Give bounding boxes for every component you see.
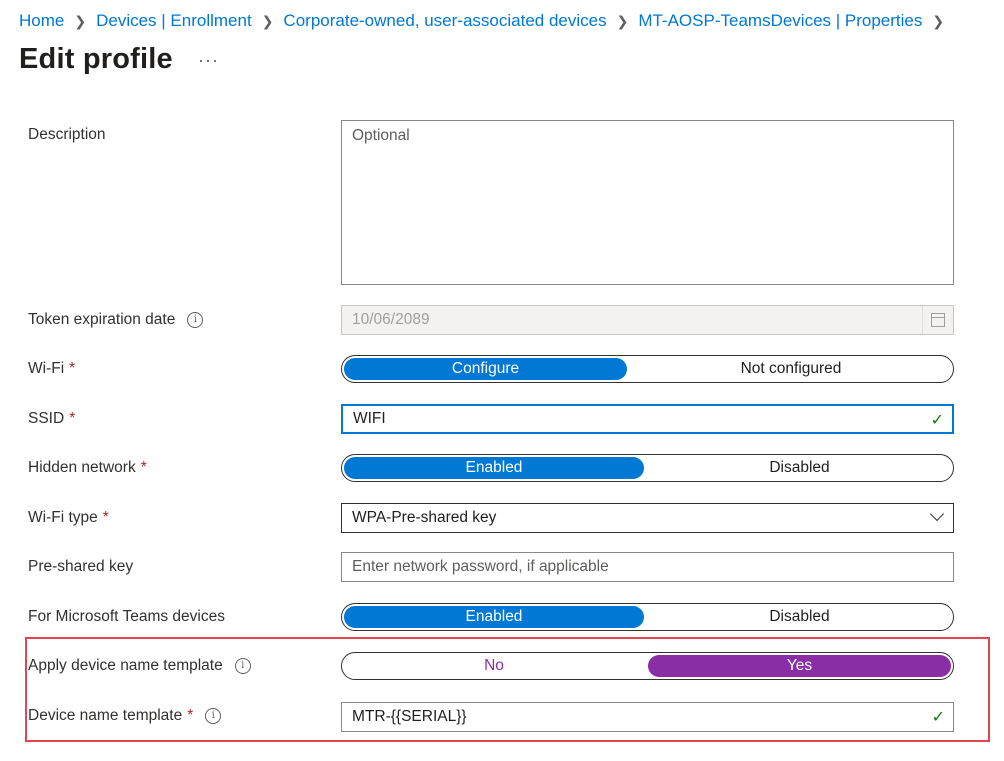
breadcrumb-devices-enrollment[interactable]: Devices | Enrollment xyxy=(96,11,252,31)
calendar-icon xyxy=(931,313,945,327)
ssid-input[interactable]: WIFI ✓ xyxy=(341,404,954,434)
device-name-template-input[interactable]: MTR-{{SERIAL}} ✓ xyxy=(341,702,954,732)
info-icon[interactable]: i xyxy=(205,708,222,724)
ssid-label: SSID * xyxy=(28,410,75,428)
info-icon[interactable]: i xyxy=(187,312,204,328)
wifi-label-text: Wi-Fi xyxy=(28,360,65,377)
pre-shared-key-input[interactable]: Enter network password, if applicable xyxy=(341,552,954,582)
required-marker: * xyxy=(69,410,76,427)
pre-shared-key-label: Pre-shared key xyxy=(28,558,133,576)
more-options-button[interactable]: ··· xyxy=(198,50,219,71)
token-expiration-label: Token expiration date i xyxy=(28,311,204,329)
hidden-network-toggle[interactable]: Enabled Disabled xyxy=(341,454,954,482)
teams-devices-label: For Microsoft Teams devices xyxy=(28,608,225,626)
description-label-text: Description xyxy=(28,126,106,143)
required-marker: * xyxy=(187,707,194,724)
apply-template-option-no[interactable]: No xyxy=(342,653,646,679)
device-name-template-label-text: Device name template xyxy=(28,707,183,724)
wifi-option-not-configured[interactable]: Not configured xyxy=(629,356,953,382)
token-expiration-field: 10/06/2089 xyxy=(341,305,954,335)
chevron-right-icon: ❯ xyxy=(616,12,629,29)
field-divider xyxy=(922,306,923,334)
breadcrumb-corporate-devices[interactable]: Corporate-owned, user-associated devices xyxy=(283,11,606,31)
chevron-right-icon: ❯ xyxy=(74,12,87,29)
apply-template-option-yes[interactable]: Yes xyxy=(648,655,951,677)
apply-template-label: Apply device name template i xyxy=(28,657,251,675)
ssid-value: WIFI xyxy=(353,410,386,427)
page-title: Edit profile xyxy=(19,43,173,75)
teams-devices-label-text: For Microsoft Teams devices xyxy=(28,608,225,625)
wifi-toggle[interactable]: Configure Not configured xyxy=(341,355,954,383)
info-icon[interactable]: i xyxy=(234,658,251,674)
breadcrumb: Home ❯ Devices | Enrollment ❯ Corporate-… xyxy=(19,10,954,32)
chevron-right-icon: ❯ xyxy=(932,12,945,29)
device-name-template-label: Device name template * i xyxy=(28,707,222,725)
breadcrumb-profile-properties[interactable]: MT-AOSP-TeamsDevices | Properties xyxy=(638,11,922,31)
wifi-type-value: WPA-Pre-shared key xyxy=(352,509,497,526)
description-textarea[interactable]: Optional xyxy=(341,120,954,285)
breadcrumb-home[interactable]: Home xyxy=(19,11,64,31)
teams-devices-toggle[interactable]: Enabled Disabled xyxy=(341,603,954,631)
wifi-type-dropdown[interactable]: WPA-Pre-shared key xyxy=(341,503,954,533)
chevron-right-icon: ❯ xyxy=(261,12,274,29)
hidden-network-label-text: Hidden network xyxy=(28,459,136,476)
required-marker: * xyxy=(140,459,147,476)
chevron-down-icon xyxy=(929,506,945,522)
token-expiration-label-text: Token expiration date xyxy=(28,311,176,328)
check-icon: ✓ xyxy=(930,412,944,429)
ssid-label-text: SSID xyxy=(28,410,65,427)
wifi-label: Wi-Fi * xyxy=(28,360,75,378)
required-marker: * xyxy=(102,509,109,526)
teams-devices-option-disabled[interactable]: Disabled xyxy=(646,604,953,630)
apply-template-toggle[interactable]: No Yes xyxy=(341,652,954,680)
token-expiration-value: 10/06/2089 xyxy=(352,311,430,328)
wifi-type-label-text: Wi-Fi type xyxy=(28,509,98,526)
teams-devices-option-enabled[interactable]: Enabled xyxy=(344,606,644,628)
wifi-option-configure[interactable]: Configure xyxy=(344,358,627,380)
apply-template-label-text: Apply device name template xyxy=(28,657,223,674)
wifi-type-label: Wi-Fi type * xyxy=(28,509,109,527)
hidden-network-option-disabled[interactable]: Disabled xyxy=(646,455,953,481)
check-icon: ✓ xyxy=(931,709,945,726)
required-marker: * xyxy=(69,360,76,377)
pre-shared-key-label-text: Pre-shared key xyxy=(28,558,134,575)
description-label: Description xyxy=(28,126,106,144)
hidden-network-label: Hidden network * xyxy=(28,459,147,477)
hidden-network-option-enabled[interactable]: Enabled xyxy=(344,457,644,479)
device-name-template-value: MTR-{{SERIAL}} xyxy=(352,708,467,725)
